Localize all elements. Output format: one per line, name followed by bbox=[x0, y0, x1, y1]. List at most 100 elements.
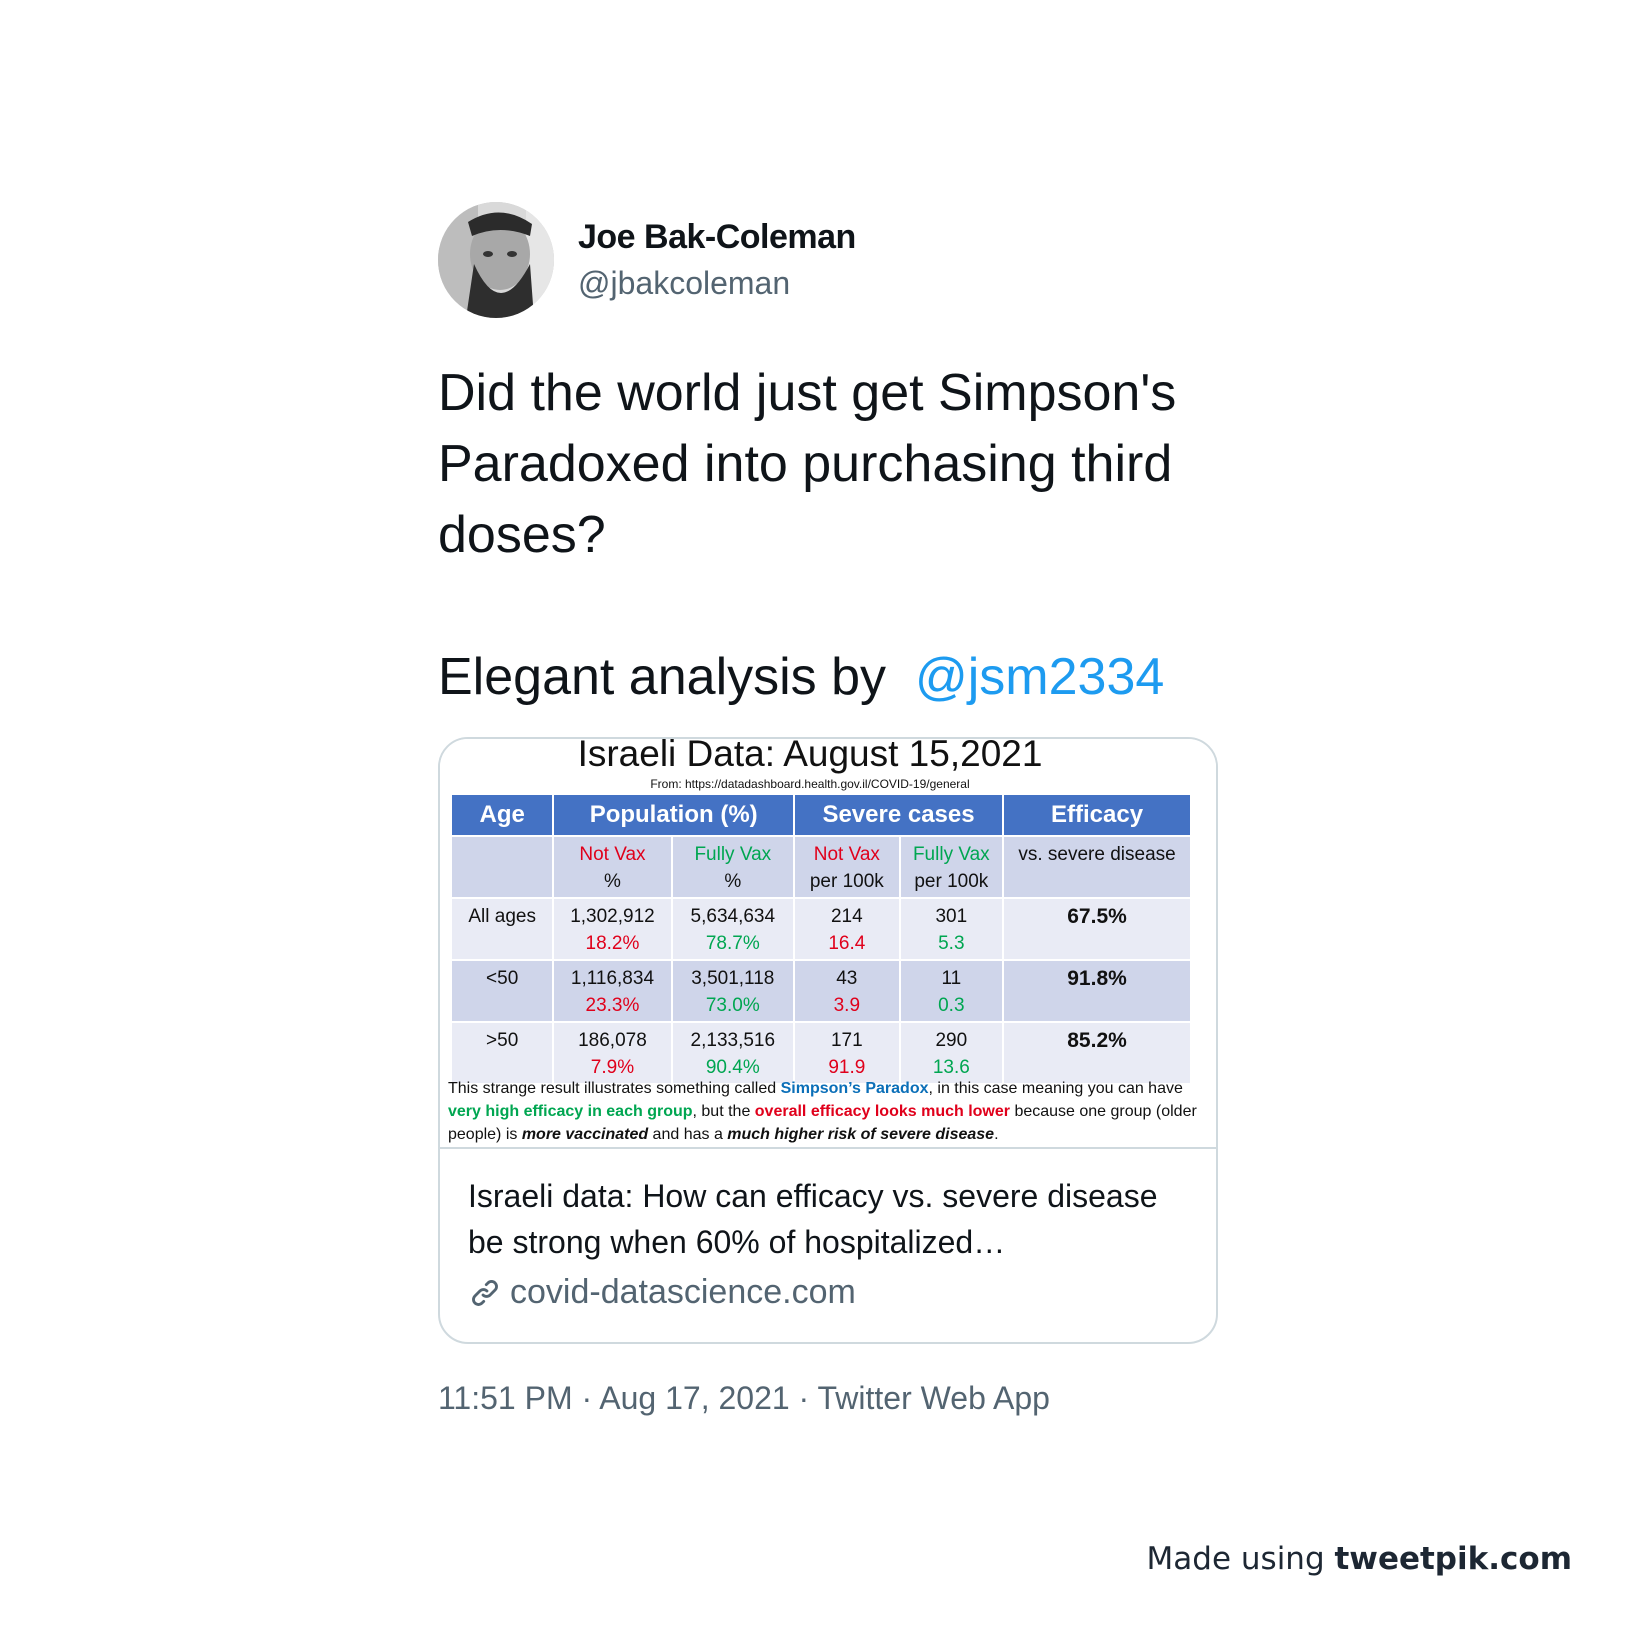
count: 5,634,634 bbox=[690, 906, 776, 927]
image-note: This strange result illustrates somethin… bbox=[448, 1077, 1208, 1146]
cell-severe-not-vax: 43 3.9 bbox=[794, 960, 901, 1023]
subheader-unit: per 100k bbox=[914, 871, 989, 892]
tweet: Joe Bak-Coleman @jbakcoleman Did the wor… bbox=[438, 202, 1218, 1417]
link-preview-card[interactable]: Israeli Data: August 15,2021 From: https… bbox=[438, 737, 1218, 1344]
count: 1,302,912 bbox=[570, 906, 655, 927]
table-row: >50 186,078 7.9% 2,133,516 90.4% 171 91.9 2… bbox=[452, 1022, 1192, 1085]
count: 290 bbox=[935, 1030, 968, 1051]
subheader-fully-vax-severe: Fully Vax per 100k bbox=[899, 836, 1005, 899]
pct: 73.0% bbox=[705, 995, 760, 1016]
cell-fully-vax: 2,133,516 90.4% bbox=[671, 1022, 796, 1085]
rate: 5.3 bbox=[938, 933, 965, 954]
tweet-metadata: 11:51 PM · Aug 17, 2021 · Twitter Web Ap… bbox=[438, 1380, 1218, 1417]
data-table: Age Population (%) Severe cases Efficacy… bbox=[452, 795, 1192, 1085]
user-avatar-photo-icon bbox=[438, 202, 554, 318]
cell-age: >50 bbox=[452, 1022, 555, 1085]
tweet-header: Joe Bak-Coleman @jbakcoleman bbox=[438, 202, 1218, 318]
rate: 16.4 bbox=[828, 933, 866, 954]
card-domain[interactable]: covid-datascience.com bbox=[468, 1273, 1188, 1312]
mention-link[interactable]: @jsm2334 bbox=[915, 648, 1164, 706]
tweet-source[interactable]: Twitter Web App bbox=[818, 1380, 1050, 1416]
count: 3,501,118 bbox=[691, 968, 775, 989]
pct: 23.3% bbox=[585, 995, 640, 1016]
cell-fully-vax: 5,634,634 78.7% bbox=[671, 898, 796, 961]
tweet-paragraph-2-text: Elegant analysis by bbox=[438, 648, 901, 706]
note-text: , in this case meaning you can have bbox=[928, 1080, 1183, 1097]
pct: 18.2% bbox=[585, 933, 640, 954]
note-text: This strange result illustrates somethin… bbox=[448, 1080, 781, 1097]
note-more-vaccinated: more vaccinated bbox=[521, 1126, 649, 1143]
meta-separator: · bbox=[572, 1380, 600, 1416]
count: 2,133,516 bbox=[690, 1030, 776, 1051]
cell-severe-fully-vax: 301 5.3 bbox=[899, 898, 1005, 961]
count: 171 bbox=[830, 1030, 863, 1051]
card-domain-text: covid-datascience.com bbox=[510, 1273, 856, 1311]
count: 11 bbox=[941, 968, 962, 989]
meta-separator: · bbox=[789, 1380, 818, 1416]
rate: 3.9 bbox=[833, 995, 861, 1016]
cell-not-vax: 1,116,834 23.3% bbox=[553, 960, 673, 1023]
note-overall-low: overall efficacy looks much lower bbox=[754, 1103, 1010, 1120]
note-high-efficacy: very high efficacy in each group bbox=[448, 1103, 693, 1120]
subheader-empty bbox=[452, 836, 555, 899]
header-age: Age bbox=[452, 795, 555, 837]
rate: 91.9 bbox=[828, 1057, 866, 1078]
tweet-time[interactable]: 11:51 PM bbox=[438, 1380, 573, 1416]
cell-severe-not-vax: 214 16.4 bbox=[794, 898, 901, 961]
card-body[interactable]: Israeli data: How can efficacy vs. sever… bbox=[440, 1149, 1216, 1342]
avatar[interactable] bbox=[438, 202, 554, 318]
header-severe-cases: Severe cases bbox=[794, 795, 1005, 837]
count: 301 bbox=[935, 906, 968, 927]
subheader-label: Fully Vax bbox=[694, 844, 772, 865]
subheader-efficacy-desc: vs. severe disease bbox=[1003, 836, 1192, 899]
tweet-text: Did the world just get Simpson's Paradox… bbox=[438, 358, 1228, 713]
watermark-prefix: Made using bbox=[1146, 1541, 1335, 1577]
cell-severe-fully-vax: 11 0.3 bbox=[899, 960, 1005, 1023]
table-row: <50 1,116,834 23.3% 3,501,118 73.0% 43 3.9 … bbox=[452, 960, 1192, 1023]
subheader-label: Not Vax bbox=[579, 844, 646, 865]
watermark: Made using tweetpik.com bbox=[1147, 1541, 1572, 1577]
count: 43 bbox=[836, 968, 858, 989]
watermark-brand[interactable]: tweetpik.com bbox=[1334, 1541, 1572, 1577]
link-icon bbox=[472, 1279, 498, 1306]
subheader-not-vax-severe: Not Vax per 100k bbox=[794, 836, 901, 899]
count: 186,078 bbox=[578, 1030, 647, 1051]
tweet-date[interactable]: Aug 17, 2021 bbox=[599, 1380, 789, 1416]
subheader-unit: % bbox=[604, 871, 621, 892]
card-image[interactable]: Israeli Data: August 15,2021 From: https… bbox=[440, 739, 1216, 1149]
note-text: . bbox=[994, 1126, 999, 1143]
tweet-paragraph-1: Did the world just get Simpson's Paradox… bbox=[438, 364, 1177, 564]
cell-efficacy: 91.8% bbox=[1003, 960, 1192, 1023]
note-higher-risk: much higher risk of severe disease bbox=[727, 1126, 995, 1143]
rate: 13.6 bbox=[932, 1057, 970, 1078]
header-efficacy: Efficacy bbox=[1003, 795, 1192, 837]
table-row: All ages 1,302,912 18.2% 5,634,634 78.7% 2… bbox=[452, 898, 1192, 961]
note-text: , but the bbox=[692, 1103, 755, 1120]
cell-not-vax: 186,078 7.9% bbox=[553, 1022, 673, 1085]
subheader-not-vax-pop: Not Vax% bbox=[553, 836, 673, 899]
pct: 7.9% bbox=[590, 1057, 635, 1078]
cell-age: <50 bbox=[452, 960, 555, 1023]
cell-efficacy: 85.2% bbox=[1003, 1022, 1192, 1085]
header-population: Population (%) bbox=[553, 795, 796, 837]
image-source: From: https://datadashboard.health.gov.i… bbox=[650, 777, 970, 791]
subheader-unit: % bbox=[724, 871, 742, 892]
note-text: and has a bbox=[648, 1126, 728, 1143]
author-handle[interactable]: @jbakcoleman bbox=[578, 265, 856, 302]
tweet-paragraph-2: Elegant analysis by @jsm2334 bbox=[438, 642, 1228, 713]
cell-age: All ages bbox=[452, 898, 555, 961]
image-title: Israeli Data: August 15,2021 bbox=[577, 737, 1043, 774]
pct: 90.4% bbox=[705, 1057, 760, 1078]
cell-fully-vax: 3,501,118 73.0% bbox=[671, 960, 796, 1023]
count: 1,116,834 bbox=[570, 968, 655, 989]
subheader-label: Fully Vax bbox=[912, 844, 990, 865]
cell-efficacy: 67.5% bbox=[1003, 898, 1192, 961]
note-simpsons-paradox: Simpson’s Paradox bbox=[780, 1080, 929, 1097]
count: 214 bbox=[830, 906, 863, 927]
card-title[interactable]: Israeli data: How can efficacy vs. sever… bbox=[468, 1173, 1188, 1265]
subheader-label: Not Vax bbox=[813, 844, 880, 865]
table-subheader-row: Not Vax% Fully Vax% Not Vax per 100k Full… bbox=[452, 836, 1192, 899]
author-display-name[interactable]: Joe Bak-Coleman bbox=[578, 218, 856, 257]
subheader-fully-vax-pop: Fully Vax% bbox=[671, 836, 796, 899]
pct: 78.7% bbox=[705, 933, 760, 954]
